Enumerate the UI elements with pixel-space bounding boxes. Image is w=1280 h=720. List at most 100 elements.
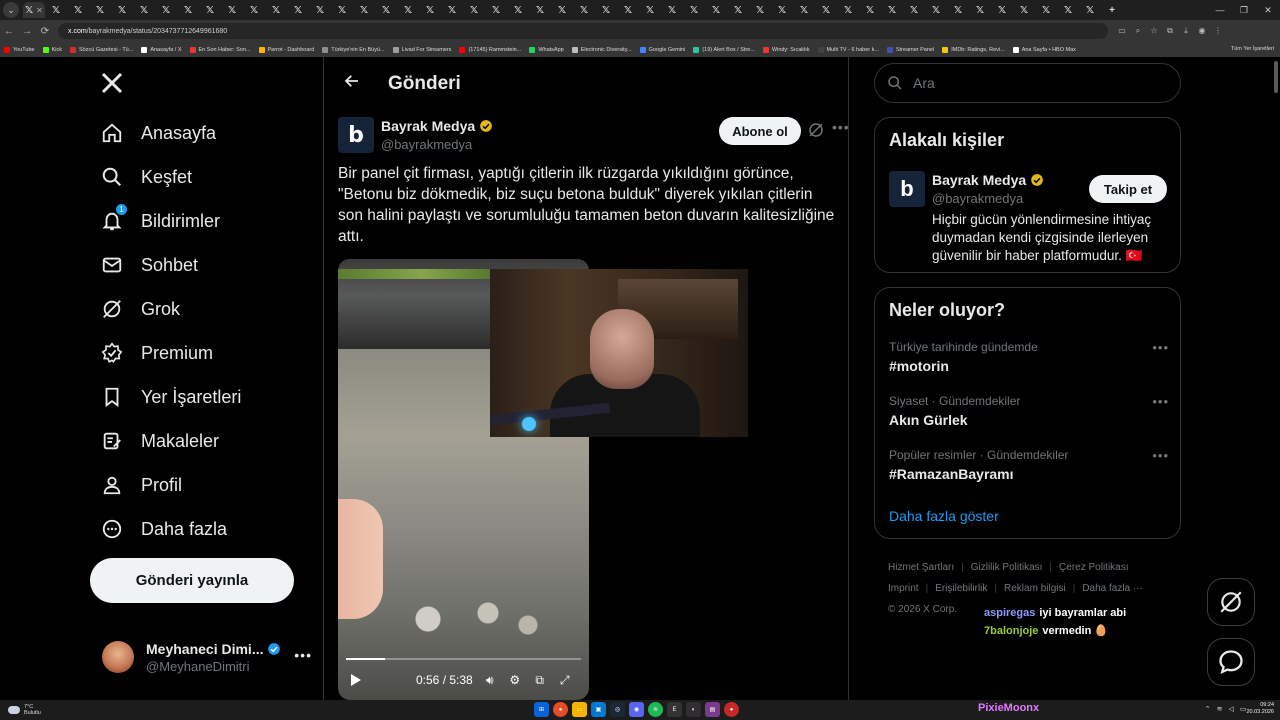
- page-scrollbar[interactable]: [1274, 61, 1278, 93]
- browser-tab[interactable]: 𝕏: [177, 2, 199, 18]
- browser-tab[interactable]: 𝕏: [375, 2, 397, 18]
- fullscreen-icon[interactable]: ⤢: [557, 672, 573, 688]
- browser-tab[interactable]: 𝕏: [925, 2, 947, 18]
- trend-item[interactable]: Türkiye tarihinde gündemde #motorin •••: [889, 340, 1169, 374]
- grok-fab-button[interactable]: [1207, 578, 1255, 626]
- nav-item-mail[interactable]: Sohbet: [100, 250, 198, 280]
- bookmark-item[interactable]: Livad For Streamers: [392, 46, 451, 53]
- browser-tab[interactable]: 𝕏: [903, 2, 925, 18]
- browser-tab[interactable]: 𝕏: [243, 2, 265, 18]
- speaker-icon[interactable]: ◁: [1228, 705, 1233, 713]
- zoom-icon[interactable]: ⌕: [1130, 26, 1146, 36]
- author-avatar[interactable]: b: [338, 117, 374, 153]
- footer-link[interactable]: Hizmet Şartları: [888, 562, 954, 573]
- discord-icon[interactable]: ◉: [629, 702, 644, 717]
- nav-item-article[interactable]: Makaleler: [100, 426, 219, 456]
- browser-tab[interactable]: 𝕏: [45, 2, 67, 18]
- nav-item-more-circle[interactable]: Daha fazla: [100, 514, 227, 544]
- weather-widget[interactable]: 7°C Bulutlu: [8, 704, 41, 716]
- bookmark-item[interactable]: IMDb: Ratings, Revi...: [942, 46, 1005, 53]
- browser-tab[interactable]: 𝕏: [419, 2, 441, 18]
- browser-tab[interactable]: 𝕏: [1057, 2, 1079, 18]
- spotify-icon[interactable]: ≋: [648, 702, 663, 717]
- browser-tab[interactable]: 𝕏: [771, 2, 793, 18]
- file-explorer-icon[interactable]: ▭: [572, 702, 587, 717]
- browser-tab[interactable]: 𝕏: [199, 2, 221, 18]
- bookmark-item[interactable]: En Son Haber: Son...: [189, 46, 251, 53]
- bookmark-item[interactable]: (19) Alert Box / Stre...: [693, 46, 755, 53]
- browser-tab[interactable]: 𝕏: [815, 2, 837, 18]
- browser-tab[interactable]: 𝕏: [859, 2, 881, 18]
- bookmark-item[interactable]: Streamer Panel: [886, 46, 934, 53]
- bookmark-item[interactable]: Parrot - Dashboard: [258, 46, 314, 53]
- browser-tab[interactable]: 𝕏: [881, 2, 903, 18]
- footer-link[interactable]: Reklam bilgisi: [1004, 583, 1066, 594]
- close-window-icon[interactable]: ✕: [1256, 5, 1280, 16]
- browser-tab[interactable]: 𝕏: [221, 2, 243, 18]
- browser-tab[interactable]: 𝕏: [573, 2, 595, 18]
- nav-item-premium[interactable]: Premium: [100, 338, 213, 368]
- browser-tab[interactable]: 𝕏: [397, 2, 419, 18]
- wifi-icon[interactable]: ≋: [1217, 705, 1223, 713]
- browser-tab[interactable]: 𝕏: [133, 2, 155, 18]
- browser-tab[interactable]: 𝕏: [639, 2, 661, 18]
- author-handle[interactable]: @bayrakmedya: [381, 137, 472, 152]
- footer-link[interactable]: Gizlilik Politikası: [971, 562, 1043, 573]
- bookmark-item[interactable]: Ana Sayfa • HBO Max: [1012, 46, 1076, 53]
- browser-tab[interactable]: 𝕏: [727, 2, 749, 18]
- browser-tab[interactable]: 𝕏: [683, 2, 705, 18]
- new-tab-button[interactable]: +: [1101, 2, 1123, 18]
- bookmark-item[interactable]: Electronic Diversity...: [571, 46, 632, 53]
- browser-tab[interactable]: 𝕏: [947, 2, 969, 18]
- bookmark-item[interactable]: Kick: [42, 46, 62, 53]
- trend-item[interactable]: Siyaset · Gündemdekiler Akın Gürlek •••: [889, 394, 1169, 428]
- trend-more-icon[interactable]: •••: [1152, 448, 1169, 463]
- pip-icon[interactable]: ⧉: [532, 672, 548, 688]
- subscribe-button[interactable]: Abone ol: [719, 117, 801, 145]
- browser-tab[interactable]: 𝕏: [265, 2, 287, 18]
- browser-tab[interactable]: 𝕏: [353, 2, 375, 18]
- messages-fab-button[interactable]: [1207, 638, 1255, 686]
- browser-tab[interactable]: 𝕏: [661, 2, 683, 18]
- browser-tab[interactable]: 𝕏: [529, 2, 551, 18]
- nav-item-search[interactable]: Keşfet: [100, 162, 192, 192]
- nav-item-bookmark[interactable]: Yer İşaretleri: [100, 382, 241, 412]
- windows-start-icon[interactable]: ⊞: [534, 702, 549, 717]
- clock[interactable]: 09:24 20.03.2026: [1246, 702, 1274, 716]
- browser-tab-active[interactable]: 𝕏 ✕: [23, 2, 45, 18]
- browser-tab[interactable]: 𝕏: [507, 2, 529, 18]
- trend-more-icon[interactable]: •••: [1152, 340, 1169, 355]
- all-bookmarks-link[interactable]: Tüm Yer İşaretleri: [1231, 46, 1274, 52]
- browser-tab[interactable]: 𝕏: [991, 2, 1013, 18]
- bookmark-item[interactable]: Türkiye'nin En Büyü...: [322, 46, 385, 53]
- obs-icon[interactable]: ◐: [686, 702, 701, 717]
- browser-tab[interactable]: 𝕏: [705, 2, 727, 18]
- browser-tab[interactable]: 𝕏: [89, 2, 111, 18]
- back-arrow-icon[interactable]: [324, 72, 380, 95]
- browser-tab[interactable]: 𝕏: [1013, 2, 1035, 18]
- tab-search-icon[interactable]: ⌄: [3, 2, 19, 18]
- related-avatar[interactable]: b: [889, 171, 925, 207]
- tray-chevron-icon[interactable]: ⌃: [1205, 705, 1211, 713]
- settings-gear-icon[interactable]: ⚙: [507, 672, 523, 688]
- bookmark-item[interactable]: Multi TV - 6 haber k...: [817, 46, 879, 53]
- search-input[interactable]: Ara: [874, 63, 1181, 103]
- browser-tab[interactable]: 𝕏: [309, 2, 331, 18]
- footer-link[interactable]: Imprint: [888, 583, 919, 594]
- account-switcher[interactable]: Meyhaneci Dimi... @MeyhaneDimitri •••: [102, 635, 312, 679]
- post-button[interactable]: Gönderi yayınla: [90, 558, 294, 603]
- footer-link[interactable]: Erişilebilirlik: [935, 583, 987, 594]
- nav-item-person[interactable]: Profil: [100, 470, 182, 500]
- browser-tab[interactable]: 𝕏: [463, 2, 485, 18]
- footer-link[interactable]: Çerez Politikası: [1059, 562, 1128, 573]
- browser-tab[interactable]: 𝕏: [1035, 2, 1057, 18]
- nav-item-grok[interactable]: Grok: [100, 294, 180, 324]
- steam-icon[interactable]: ◎: [610, 702, 625, 717]
- browser-tab[interactable]: 𝕏: [485, 2, 507, 18]
- download-icon[interactable]: ⤓: [1178, 26, 1194, 36]
- browser-tab[interactable]: 𝕏: [837, 2, 859, 18]
- epic-games-icon[interactable]: E: [667, 702, 682, 717]
- star-icon[interactable]: ☆: [1146, 26, 1162, 36]
- record-icon[interactable]: ●: [724, 702, 739, 717]
- related-name[interactable]: Bayrak Medya: [932, 172, 1044, 188]
